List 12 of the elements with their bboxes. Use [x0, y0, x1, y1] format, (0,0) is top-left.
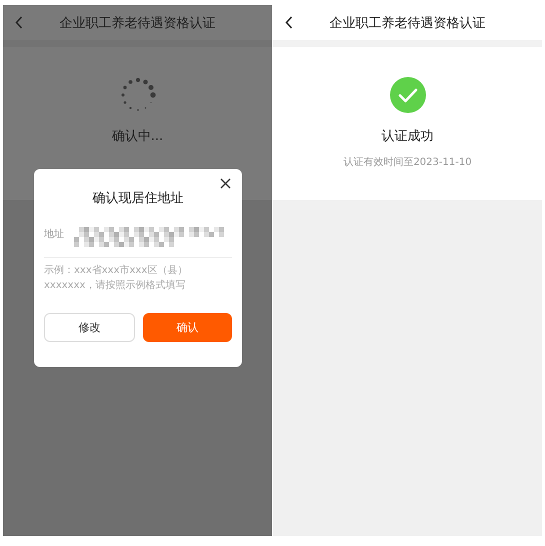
- result-text: 认证成功: [382, 128, 434, 145]
- loading-status: 确认中...: [112, 128, 164, 145]
- edit-button[interactable]: 修改: [44, 313, 135, 342]
- format-hint: 示例：xxx省xxx市xxx区（县）xxxxxxx，请按照示例格式填写: [44, 264, 188, 292]
- page-title: 企业职工养老待遇资格认证: [60, 14, 216, 32]
- close-icon[interactable]: [220, 178, 231, 189]
- success-check-icon: [390, 77, 426, 113]
- back-icon[interactable]: [285, 16, 293, 29]
- field-label: 地址: [44, 228, 64, 241]
- validity-text: 认证有效时间至2023-11-10: [343, 156, 472, 169]
- dialog-title: 确认现居住地址: [92, 190, 184, 207]
- page-title: 企业职工养老待遇资格认证: [330, 14, 486, 32]
